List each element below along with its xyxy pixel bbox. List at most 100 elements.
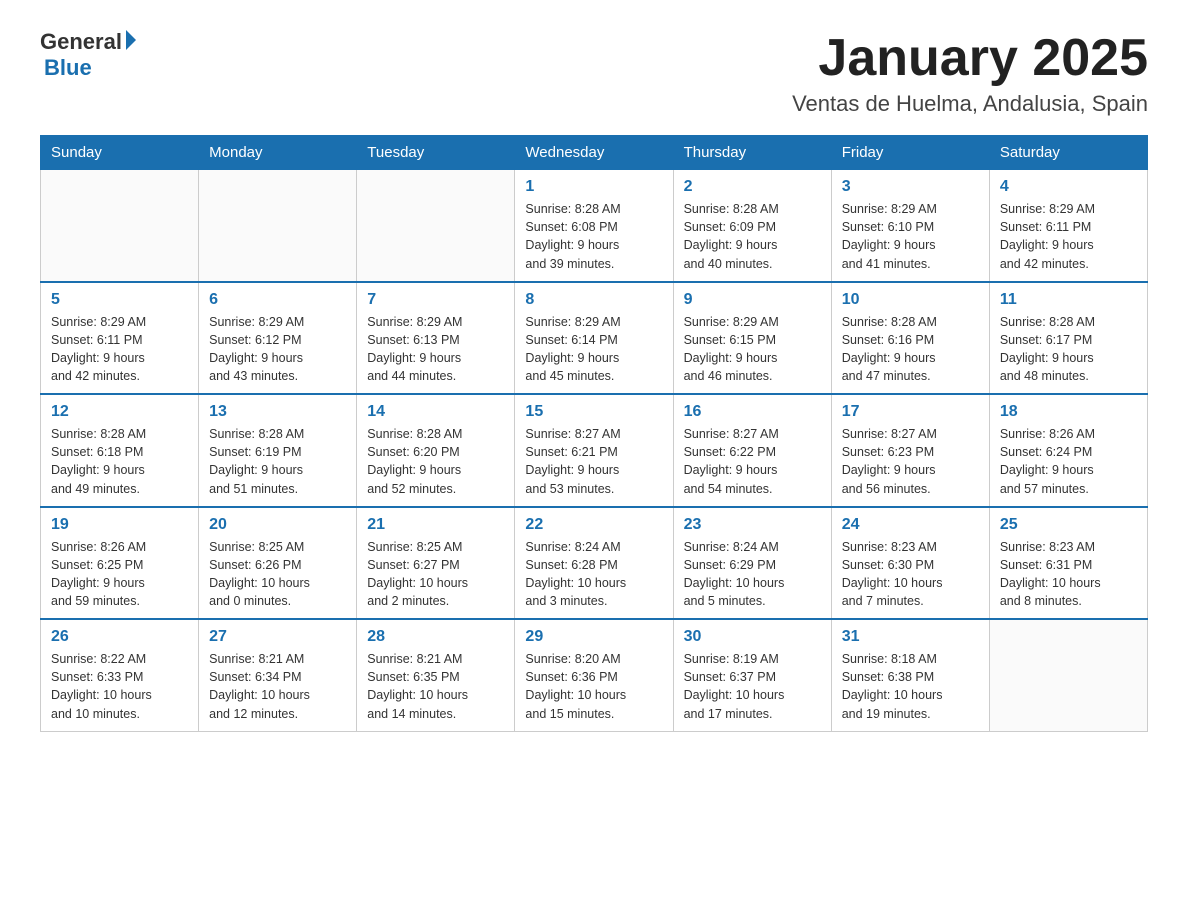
day-info: Sunrise: 8:18 AMSunset: 6:38 PMDaylight:… bbox=[842, 652, 943, 720]
day-number: 27 bbox=[209, 628, 346, 646]
day-info: Sunrise: 8:19 AMSunset: 6:37 PMDaylight:… bbox=[684, 652, 785, 720]
day-info: Sunrise: 8:29 AMSunset: 6:11 PMDaylight:… bbox=[51, 315, 146, 383]
day-number: 26 bbox=[51, 628, 188, 646]
header-day-sunday: Sunday bbox=[41, 136, 199, 170]
calendar-cell bbox=[199, 170, 357, 282]
calendar-header-row: SundayMondayTuesdayWednesdayThursdayFrid… bbox=[41, 136, 1148, 170]
subtitle: Ventas de Huelma, Andalusia, Spain bbox=[792, 91, 1148, 117]
calendar-week-3: 19Sunrise: 8:26 AMSunset: 6:25 PMDayligh… bbox=[41, 507, 1148, 620]
calendar-cell: 20Sunrise: 8:25 AMSunset: 6:26 PMDayligh… bbox=[199, 507, 357, 620]
day-info: Sunrise: 8:29 AMSunset: 6:13 PMDaylight:… bbox=[367, 315, 462, 383]
day-number: 16 bbox=[684, 403, 821, 421]
day-info: Sunrise: 8:29 AMSunset: 6:15 PMDaylight:… bbox=[684, 315, 779, 383]
day-number: 31 bbox=[842, 628, 979, 646]
calendar-cell: 9Sunrise: 8:29 AMSunset: 6:15 PMDaylight… bbox=[673, 282, 831, 395]
day-number: 5 bbox=[51, 291, 188, 309]
day-number: 3 bbox=[842, 178, 979, 196]
day-info: Sunrise: 8:23 AMSunset: 6:30 PMDaylight:… bbox=[842, 540, 943, 608]
logo-arrow-icon bbox=[126, 30, 136, 50]
calendar-cell: 2Sunrise: 8:28 AMSunset: 6:09 PMDaylight… bbox=[673, 170, 831, 282]
calendar-cell: 25 Sunrise: 8:23 AMSunset: 6:31 PMDayligh… bbox=[989, 507, 1147, 620]
day-number: 18 bbox=[1000, 403, 1137, 421]
day-info: Sunrise: 8:23 AMSunset: 6:31 PMDaylight:… bbox=[1000, 540, 1101, 608]
day-info: Sunrise: 8:26 AMSunset: 6:25 PMDaylight:… bbox=[51, 540, 146, 608]
calendar-body: 1Sunrise: 8:28 AMSunset: 6:08 PMDaylight… bbox=[41, 170, 1148, 732]
calendar-cell: 14 Sunrise: 8:28 AMSunset: 6:20 PMDayligh… bbox=[357, 394, 515, 507]
day-info: Sunrise: 8:26 AMSunset: 6:24 PMDaylight:… bbox=[1000, 427, 1095, 495]
header-day-tuesday: Tuesday bbox=[357, 136, 515, 170]
day-number: 2 bbox=[684, 178, 821, 196]
calendar-cell: 26 Sunrise: 8:22 AMSunset: 6:33 PMDayligh… bbox=[41, 619, 199, 731]
calendar-cell: 11 Sunrise: 8:28 AMSunset: 6:17 PMDayligh… bbox=[989, 282, 1147, 395]
calendar-cell: 5 Sunrise: 8:29 AMSunset: 6:11 PMDaylight… bbox=[41, 282, 199, 395]
day-info: Sunrise: 8:29 AMSunset: 6:11 PMDaylight:… bbox=[1000, 202, 1095, 270]
day-info: Sunrise: 8:28 AMSunset: 6:20 PMDaylight:… bbox=[367, 427, 462, 495]
calendar-cell: 8 Sunrise: 8:29 AMSunset: 6:14 PMDaylight… bbox=[515, 282, 673, 395]
day-number: 24 bbox=[842, 516, 979, 534]
calendar-cell: 15Sunrise: 8:27 AMSunset: 6:21 PMDayligh… bbox=[515, 394, 673, 507]
calendar-cell: 29Sunrise: 8:20 AMSunset: 6:36 PMDayligh… bbox=[515, 619, 673, 731]
calendar-cell: 27 Sunrise: 8:21 AMSunset: 6:34 PMDayligh… bbox=[199, 619, 357, 731]
day-number: 25 bbox=[1000, 516, 1137, 534]
calendar-cell: 3 Sunrise: 8:29 AMSunset: 6:10 PMDaylight… bbox=[831, 170, 989, 282]
header-day-saturday: Saturday bbox=[989, 136, 1147, 170]
day-info: Sunrise: 8:29 AMSunset: 6:10 PMDaylight:… bbox=[842, 202, 937, 270]
calendar-week-1: 5 Sunrise: 8:29 AMSunset: 6:11 PMDaylight… bbox=[41, 282, 1148, 395]
logo: General Blue bbox=[40, 30, 136, 80]
day-info: Sunrise: 8:28 AMSunset: 6:16 PMDaylight:… bbox=[842, 315, 937, 383]
day-number: 4 bbox=[1000, 178, 1137, 196]
calendar-week-0: 1Sunrise: 8:28 AMSunset: 6:08 PMDaylight… bbox=[41, 170, 1148, 282]
header-day-friday: Friday bbox=[831, 136, 989, 170]
day-info: Sunrise: 8:25 AMSunset: 6:26 PMDaylight:… bbox=[209, 540, 310, 608]
day-number: 6 bbox=[209, 291, 346, 309]
calendar-cell: 16 Sunrise: 8:27 AMSunset: 6:22 PMDayligh… bbox=[673, 394, 831, 507]
calendar-cell: 21Sunrise: 8:25 AMSunset: 6:27 PMDayligh… bbox=[357, 507, 515, 620]
calendar-cell: 31 Sunrise: 8:18 AMSunset: 6:38 PMDayligh… bbox=[831, 619, 989, 731]
calendar-table: SundayMondayTuesdayWednesdayThursdayFrid… bbox=[40, 135, 1148, 732]
day-number: 23 bbox=[684, 516, 821, 534]
day-info: Sunrise: 8:25 AMSunset: 6:27 PMDaylight:… bbox=[367, 540, 468, 608]
header-day-monday: Monday bbox=[199, 136, 357, 170]
day-info: Sunrise: 8:28 AMSunset: 6:17 PMDaylight:… bbox=[1000, 315, 1095, 383]
day-info: Sunrise: 8:21 AMSunset: 6:35 PMDaylight:… bbox=[367, 652, 468, 720]
day-info: Sunrise: 8:27 AMSunset: 6:22 PMDaylight:… bbox=[684, 427, 779, 495]
header-day-wednesday: Wednesday bbox=[515, 136, 673, 170]
day-info: Sunrise: 8:24 AMSunset: 6:28 PMDaylight:… bbox=[525, 540, 626, 608]
calendar-cell: 19Sunrise: 8:26 AMSunset: 6:25 PMDayligh… bbox=[41, 507, 199, 620]
calendar-cell: 6 Sunrise: 8:29 AMSunset: 6:12 PMDaylight… bbox=[199, 282, 357, 395]
day-number: 30 bbox=[684, 628, 821, 646]
calendar-cell: 17Sunrise: 8:27 AMSunset: 6:23 PMDayligh… bbox=[831, 394, 989, 507]
calendar-cell: 24 Sunrise: 8:23 AMSunset: 6:30 PMDayligh… bbox=[831, 507, 989, 620]
logo-general: General bbox=[40, 30, 122, 54]
logo-blue: Blue bbox=[44, 56, 92, 80]
calendar-cell: 13Sunrise: 8:28 AMSunset: 6:19 PMDayligh… bbox=[199, 394, 357, 507]
day-number: 22 bbox=[525, 516, 662, 534]
calendar-cell bbox=[357, 170, 515, 282]
header-day-thursday: Thursday bbox=[673, 136, 831, 170]
day-info: Sunrise: 8:24 AMSunset: 6:29 PMDaylight:… bbox=[684, 540, 785, 608]
title-block: January 2025 Ventas de Huelma, Andalusia… bbox=[792, 30, 1148, 117]
day-info: Sunrise: 8:27 AMSunset: 6:23 PMDaylight:… bbox=[842, 427, 937, 495]
calendar-cell bbox=[989, 619, 1147, 731]
main-title: January 2025 bbox=[792, 30, 1148, 87]
day-info: Sunrise: 8:28 AMSunset: 6:08 PMDaylight:… bbox=[525, 202, 620, 270]
calendar-cell: 28 Sunrise: 8:21 AMSunset: 6:35 PMDayligh… bbox=[357, 619, 515, 731]
calendar-cell: 22 Sunrise: 8:24 AMSunset: 6:28 PMDayligh… bbox=[515, 507, 673, 620]
day-number: 13 bbox=[209, 403, 346, 421]
day-info: Sunrise: 8:28 AMSunset: 6:18 PMDaylight:… bbox=[51, 427, 146, 495]
calendar-cell: 7 Sunrise: 8:29 AMSunset: 6:13 PMDaylight… bbox=[357, 282, 515, 395]
calendar-cell: 10Sunrise: 8:28 AMSunset: 6:16 PMDayligh… bbox=[831, 282, 989, 395]
day-number: 11 bbox=[1000, 291, 1137, 309]
day-number: 7 bbox=[367, 291, 504, 309]
calendar-week-4: 26 Sunrise: 8:22 AMSunset: 6:33 PMDayligh… bbox=[41, 619, 1148, 731]
day-number: 14 bbox=[367, 403, 504, 421]
day-info: Sunrise: 8:29 AMSunset: 6:14 PMDaylight:… bbox=[525, 315, 620, 383]
day-info: Sunrise: 8:21 AMSunset: 6:34 PMDaylight:… bbox=[209, 652, 310, 720]
day-info: Sunrise: 8:22 AMSunset: 6:33 PMDaylight:… bbox=[51, 652, 152, 720]
day-number: 8 bbox=[525, 291, 662, 309]
calendar-cell bbox=[41, 170, 199, 282]
calendar-week-2: 12Sunrise: 8:28 AMSunset: 6:18 PMDayligh… bbox=[41, 394, 1148, 507]
day-number: 28 bbox=[367, 628, 504, 646]
calendar-cell: 4 Sunrise: 8:29 AMSunset: 6:11 PMDaylight… bbox=[989, 170, 1147, 282]
day-info: Sunrise: 8:29 AMSunset: 6:12 PMDaylight:… bbox=[209, 315, 304, 383]
